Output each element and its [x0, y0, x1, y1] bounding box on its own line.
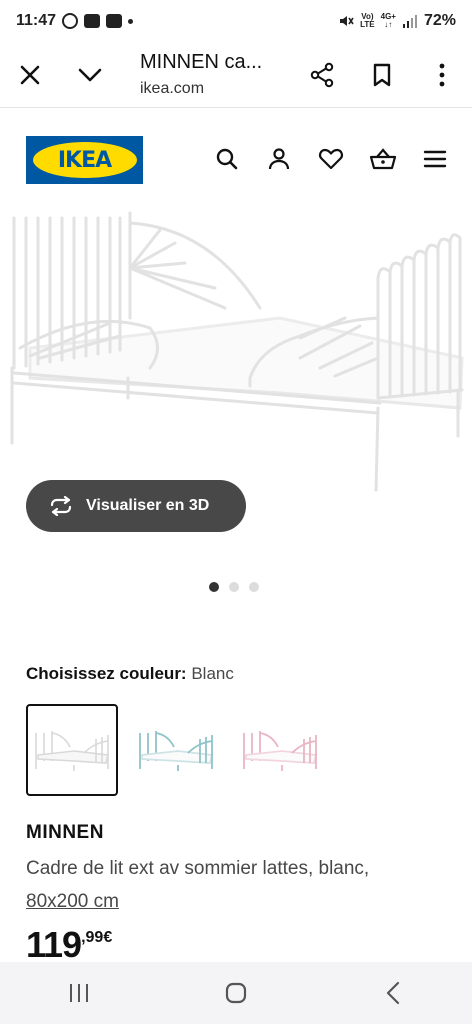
collapse-button[interactable]: [60, 45, 120, 105]
ikea-logo[interactable]: IKEA: [26, 136, 143, 184]
share-button[interactable]: [292, 45, 352, 105]
basket-icon: [369, 148, 397, 170]
whatsapp-icon: [62, 13, 79, 29]
visualize-3d-button[interactable]: Visualiser en 3D: [26, 480, 246, 532]
product-size-link[interactable]: 80x200 cm: [26, 891, 119, 912]
back-button[interactable]: [363, 968, 423, 1018]
bookmark-button[interactable]: [352, 45, 412, 105]
signal-type-label: 4G+: [380, 12, 396, 21]
site-header: IKEA: [0, 108, 472, 208]
search-icon: [216, 148, 238, 170]
status-bar: 11:47 Vo) LTE 4G+ ↓↑ 72%: [0, 0, 472, 42]
logo-oval: IKEA: [32, 142, 137, 178]
page-url: ikea.com: [140, 80, 205, 97]
volte-bottom: LTE: [360, 20, 375, 29]
swatch-pink[interactable]: [234, 704, 326, 796]
carousel-dot-2[interactable]: [229, 582, 239, 592]
bed-image: [10, 211, 464, 492]
chevron-down-icon: [78, 68, 102, 81]
favorites-button[interactable]: [316, 144, 346, 174]
account-button[interactable]: [264, 144, 294, 174]
close-button[interactable]: [0, 45, 60, 105]
signal-icon: [402, 15, 417, 28]
swatch-blue[interactable]: [130, 704, 222, 796]
menu-button[interactable]: [420, 144, 450, 174]
product-price: 119 ,99€: [26, 924, 112, 966]
heart-icon: [319, 148, 343, 170]
carousel-dot-3[interactable]: [249, 582, 259, 592]
more-options-button[interactable]: [412, 45, 472, 105]
visualize-3d-label: Visualiser en 3D: [86, 497, 210, 514]
youtube-icon: [84, 14, 101, 28]
close-icon: [20, 65, 40, 84]
system-nav-bar: [0, 962, 472, 1024]
volte-indicator: Vo) LTE: [360, 13, 375, 29]
cart-button[interactable]: [368, 144, 398, 174]
color-swatches: [26, 704, 326, 796]
product-image[interactable]: [0, 208, 472, 498]
carousel-indicator: [209, 582, 259, 592]
notification-dot-icon: [128, 18, 134, 24]
status-right: Vo) LTE 4G+ ↓↑ 72%: [338, 12, 456, 30]
battery-level: 72%: [423, 12, 456, 29]
swatch-white[interactable]: [26, 704, 118, 796]
status-time: 11:47: [16, 12, 57, 29]
hamburger-menu-icon: [423, 150, 447, 168]
browser-toolbar: MINNEN ca... ikea.com: [0, 42, 472, 108]
header-icons: [212, 144, 450, 174]
more-vertical-icon: [439, 63, 445, 86]
price-decimal: ,99€: [81, 929, 113, 946]
browser-title-block[interactable]: MINNEN ca... ikea.com: [120, 51, 292, 98]
user-icon: [268, 148, 290, 170]
recent-apps-button[interactable]: [49, 968, 109, 1018]
bed-thumbnail-white: [35, 731, 109, 771]
back-icon: [387, 981, 400, 1005]
bed-thumbnail-pink: [243, 731, 318, 771]
product-name: MINNEN: [26, 822, 104, 843]
home-icon: [225, 982, 247, 1004]
logo-text: IKEA: [57, 147, 112, 173]
recent-apps-icon: [69, 984, 88, 1002]
page-title: MINNEN ca...: [140, 51, 263, 73]
search-button[interactable]: [212, 144, 242, 174]
color-label-value: Blanc: [191, 664, 234, 683]
status-left: 11:47: [16, 12, 134, 30]
color-label-title: Choisissez couleur:: [26, 664, 187, 683]
bed-thumbnail-blue: [139, 731, 214, 771]
product-description-text: Cadre de lit ext av sommier lattes, blan…: [26, 858, 370, 879]
home-button[interactable]: [206, 968, 266, 1018]
mute-icon: [340, 16, 354, 26]
color-label: Choisissez couleur: Blanc: [26, 664, 234, 684]
price-integer: 119: [26, 924, 82, 965]
signal-type: 4G+ ↓↑: [380, 12, 396, 29]
product-description: Cadre de lit ext av sommier lattes, blan…: [26, 852, 446, 918]
rotate-3d-icon: [50, 496, 72, 516]
bookmark-icon: [373, 63, 391, 86]
youtube-icon: [106, 14, 123, 28]
share-icon: [310, 62, 334, 87]
carousel-dot-1[interactable]: [209, 582, 219, 592]
